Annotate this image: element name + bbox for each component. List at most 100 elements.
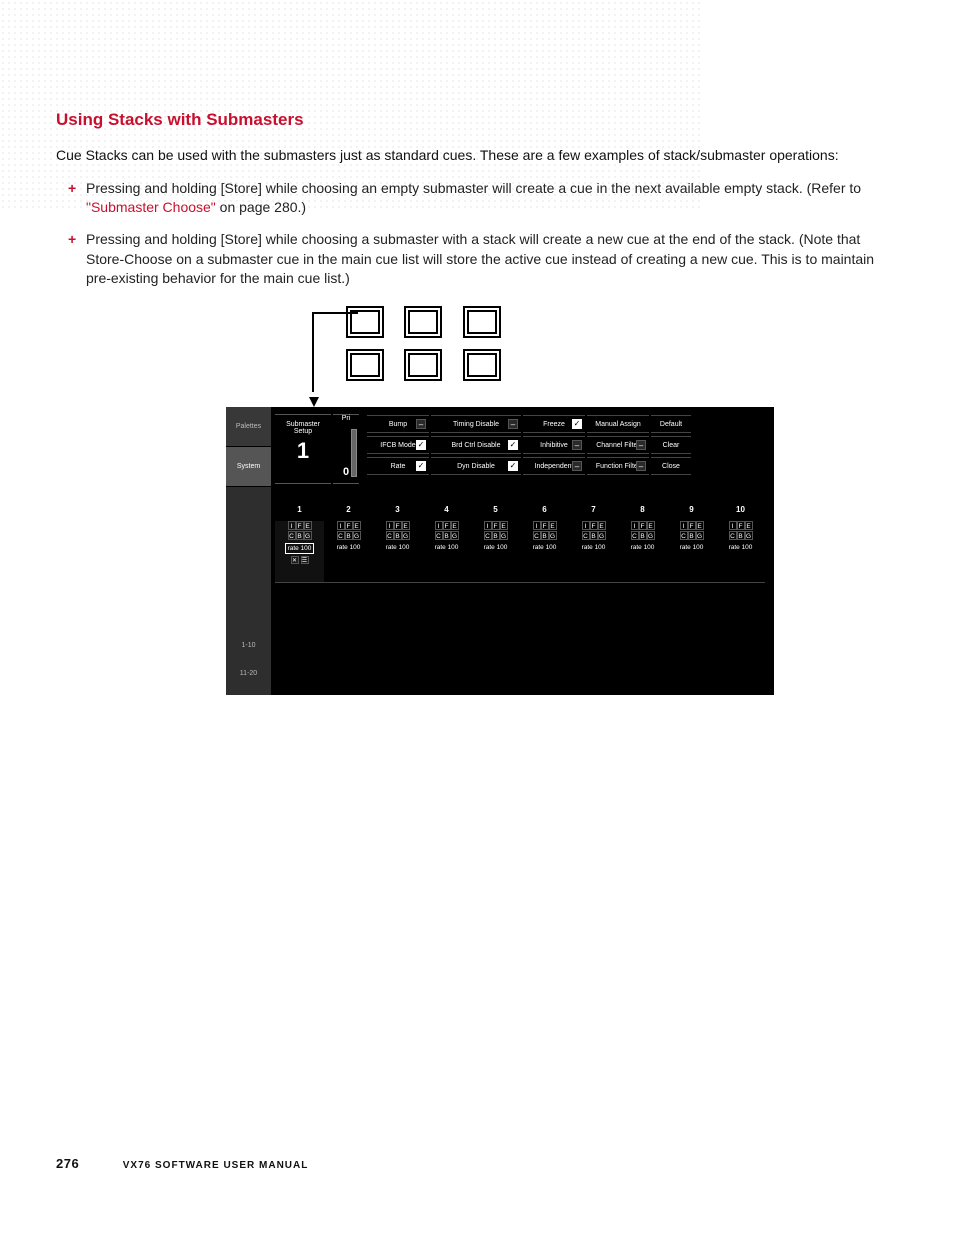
hw-button — [463, 349, 501, 381]
filter-letter: C — [484, 531, 492, 540]
filter-letter: G — [500, 531, 508, 540]
rate-label: rate 100 — [667, 543, 716, 552]
filter-letter: I — [386, 521, 394, 530]
rate-label: rate 100 — [716, 543, 765, 552]
filter-letter: C — [631, 531, 639, 540]
toggle-inhibitive[interactable]: Inhibitive– — [523, 436, 585, 454]
filter-letter: F — [492, 521, 500, 530]
bullet-2: Pressing and holding [Store] while choos… — [56, 230, 898, 289]
priority-slider[interactable] — [351, 429, 357, 477]
filter-letter: C — [729, 531, 737, 540]
toggle-ifcb-mode[interactable]: IFCB Mode✓ — [367, 436, 429, 454]
toggle-timing-disable[interactable]: Timing Disable– — [431, 415, 521, 433]
filter-letter: G — [304, 531, 312, 540]
toggle-function-filter[interactable]: Function Filter– — [587, 457, 649, 475]
cell-option-icon[interactable]: ✕ — [291, 556, 299, 564]
rate-label: rate 100 — [618, 543, 667, 552]
filter-letter: C — [435, 531, 443, 540]
dash-icon: – — [636, 461, 646, 471]
check-icon: ✓ — [416, 440, 426, 450]
dash-icon: – — [572, 461, 582, 471]
figure: Palettes System 1-10 11-20 Submaster Set… — [226, 309, 866, 719]
rate-label: rate 100 — [373, 543, 422, 552]
filter-letter: G — [549, 531, 557, 540]
filter-letter: F — [590, 521, 598, 530]
submaster-cell-10[interactable]: IFECBGrate 100 — [716, 521, 765, 583]
rate-value: rate 100 — [285, 543, 315, 554]
bullet-2-text: Pressing and holding [Store] while choos… — [86, 231, 874, 286]
submaster-cell-1[interactable]: IFECBGrate 100✕☰ — [275, 521, 324, 583]
hw-button — [404, 349, 442, 381]
toggle-dyn-disable[interactable]: Dyn Disable✓ — [431, 457, 521, 475]
filter-letter: E — [598, 521, 606, 530]
hardware-buttons — [338, 304, 509, 390]
submaster-cell-9[interactable]: IFECBGrate 100 — [667, 521, 716, 583]
section-heading: Using Stacks with Submasters — [56, 110, 898, 130]
rate-label: rate 100 — [275, 543, 324, 554]
page-number: 276 — [56, 1156, 79, 1171]
toggle-clear[interactable]: Clear — [651, 436, 691, 454]
toggle-manual-assign[interactable]: Manual Assign — [587, 415, 649, 433]
submaster-cell-7[interactable]: IFECBGrate 100 — [569, 521, 618, 583]
column-6: 6 — [520, 505, 569, 514]
filter-letter: B — [541, 531, 549, 540]
submaster-cell-4[interactable]: IFECBGrate 100 — [422, 521, 471, 583]
toggle-independent[interactable]: Independent– — [523, 457, 585, 475]
tab-palettes[interactable]: Palettes — [226, 407, 271, 447]
filter-letter: E — [304, 521, 312, 530]
toggle-brd-ctrl-disable[interactable]: Brd Ctrl Disable✓ — [431, 436, 521, 454]
submaster-cell-8[interactable]: IFECBGrate 100 — [618, 521, 667, 583]
filter-letter: F — [345, 521, 353, 530]
setup-label: Submaster Setup — [286, 421, 320, 435]
filter-letter: C — [288, 531, 296, 540]
bullet-1-pre: Pressing and holding [Store] while choos… — [86, 180, 861, 196]
filter-letter: I — [484, 521, 492, 530]
filter-letter: E — [696, 521, 704, 530]
panel-sidebar: Palettes System 1-10 11-20 — [226, 407, 271, 695]
submaster-cell-3[interactable]: IFECBGrate 100 — [373, 521, 422, 583]
submaster-cell-6[interactable]: IFECBGrate 100 — [520, 521, 569, 583]
filter-letter: F — [443, 521, 451, 530]
filter-letter: E — [402, 521, 410, 530]
toggle-freeze[interactable]: Freeze✓ — [523, 415, 585, 433]
filter-letter: B — [737, 531, 745, 540]
filter-letter: B — [590, 531, 598, 540]
filter-letter: I — [337, 521, 345, 530]
xref-link[interactable]: "Submaster Choose" — [86, 199, 216, 215]
page-footer: 276 VX76 SOFTWARE USER MANUAL — [56, 1156, 308, 1171]
bullet-list: Pressing and holding [Store] while choos… — [56, 179, 898, 289]
filter-letter: B — [394, 531, 402, 540]
tab-system[interactable]: System — [226, 447, 271, 487]
filter-letter: E — [451, 521, 459, 530]
check-icon: ✓ — [508, 461, 518, 471]
toggle-bump[interactable]: Bump– — [367, 415, 429, 433]
hw-button — [404, 306, 442, 338]
column-9: 9 — [667, 505, 716, 514]
filter-letter: G — [647, 531, 655, 540]
submaster-cell-5[interactable]: IFECBGrate 100 — [471, 521, 520, 583]
cell-option-icon[interactable]: ☰ — [301, 556, 309, 564]
range-11-20[interactable]: 11-20 — [226, 670, 271, 677]
toggle-rate[interactable]: Rate✓ — [367, 457, 429, 475]
filter-letter: G — [451, 531, 459, 540]
toggle-channel-filter[interactable]: Channel Filter– — [587, 436, 649, 454]
column-headers: 12345678910 — [275, 505, 770, 519]
intro-paragraph: Cue Stacks can be used with the submaste… — [56, 146, 898, 165]
range-1-10[interactable]: 1-10 — [226, 642, 271, 649]
submaster-setup-cell[interactable]: Submaster Setup 1 — [275, 414, 331, 484]
filter-letter: B — [296, 531, 304, 540]
column-2: 2 — [324, 505, 373, 514]
filter-letter: F — [688, 521, 696, 530]
column-4: 4 — [422, 505, 471, 514]
filter-letter: I — [435, 521, 443, 530]
toggle-close[interactable]: Close — [651, 457, 691, 475]
filter-letter: F — [541, 521, 549, 530]
check-icon: ✓ — [416, 461, 426, 471]
toggle-default[interactable]: Default — [651, 415, 691, 433]
toggle-grid: Bump–Timing Disable–Freeze✓Manual Assign… — [366, 415, 770, 478]
filter-letter: G — [402, 531, 410, 540]
filter-letter: C — [386, 531, 394, 540]
rate-label: rate 100 — [471, 543, 520, 552]
filter-letter: I — [582, 521, 590, 530]
submaster-cell-2[interactable]: IFECBGrate 100 — [324, 521, 373, 583]
